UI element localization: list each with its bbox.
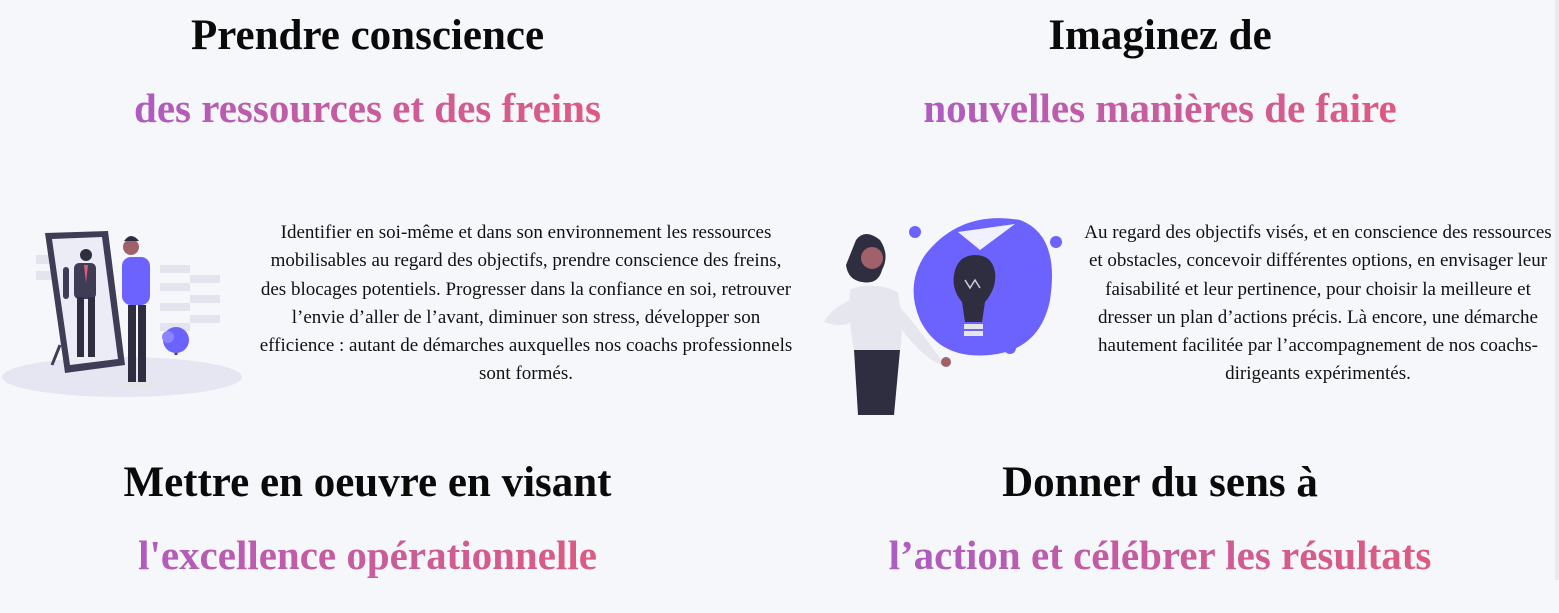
block1-subtitle: des ressources et des freins: [60, 84, 675, 132]
block2-description: Au regard des objectifs visés, et en con…: [1084, 222, 1552, 385]
mirror-reflection-illustration: [2, 231, 242, 397]
block1-title: Prendre conscience: [190, 12, 545, 59]
block2-title: Imaginez de: [1048, 12, 1272, 59]
block2-subtitle: nouvelles manières de faire: [850, 84, 1470, 132]
blue-plant: [162, 327, 189, 355]
block4-title: Donner du sens à: [1002, 459, 1318, 506]
block3-title: Mettre en oeuvre en visant: [123, 459, 612, 506]
woman-lightbulb-idea-illustration: [824, 218, 1062, 415]
block1-description: Identifier en soi-même et dans son envir…: [259, 222, 793, 385]
block4-subtitle: l’action et célébrer les résultats: [830, 531, 1490, 579]
block3-subtitle: l'excellence opérationnelle: [50, 531, 685, 579]
